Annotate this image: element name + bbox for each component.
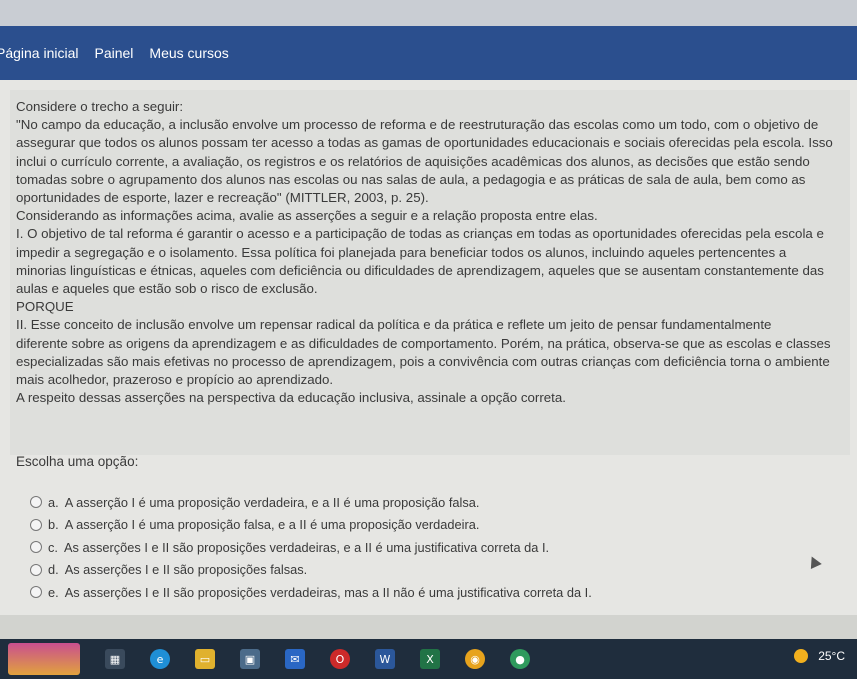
- excel-icon[interactable]: X: [420, 649, 440, 669]
- question-line: Considerando as informações acima, avali…: [16, 208, 598, 224]
- os-taskbar: ▦ e ▭ ▣ ✉ O W X ◉ ● 25°C: [0, 639, 857, 679]
- choose-option-label: Escolha uma opção:: [16, 454, 139, 469]
- widgets-thumbnail[interactable]: [8, 643, 80, 675]
- mouse-cursor-icon: [806, 553, 822, 570]
- weather-temperature: 25°C: [818, 649, 845, 663]
- task-view-icon[interactable]: ▦: [105, 649, 125, 669]
- option-e[interactable]: e. As asserções I e II são proposições v…: [30, 581, 592, 604]
- question-line: I. O objetivo de tal reforma é garantir …: [16, 226, 824, 242]
- option-text: As asserções I e II são proposições verd…: [63, 539, 550, 555]
- option-letter: a.: [48, 494, 59, 510]
- option-b[interactable]: b. A asserção I é uma proposição falsa, …: [30, 514, 592, 537]
- question-line: "No campo da educação, a inclusão envolv…: [16, 117, 819, 133]
- question-intro: Considere o trecho a seguir:: [16, 99, 184, 114]
- browser-top-strip: [0, 0, 857, 26]
- nav-my-courses-link[interactable]: Meus cursos: [149, 45, 228, 61]
- option-text: A asserção I é uma proposição falsa, e a…: [64, 517, 480, 533]
- opera-browser-icon[interactable]: O: [330, 649, 350, 669]
- option-letter: e.: [48, 584, 59, 600]
- sun-icon: [794, 649, 809, 663]
- question-line: aulas e aqueles que estão sob o risco de…: [16, 281, 318, 297]
- option-letter: b.: [48, 517, 59, 533]
- question-line: mais acolhedor, prazeroso e propício ao …: [16, 372, 334, 388]
- radio-button[interactable]: [30, 563, 42, 576]
- option-a[interactable]: a. A asserção I é uma proposição verdade…: [30, 491, 592, 514]
- weather-widget[interactable]: 25°C: [794, 649, 845, 663]
- radio-button[interactable]: [30, 496, 42, 509]
- question-line: impedir a segregação e o isolamento. Ess…: [16, 244, 787, 260]
- option-letter: d.: [48, 562, 59, 578]
- question-line: minorias linguísticas e étnicas, aqueles…: [16, 262, 824, 278]
- option-d[interactable]: d. As asserções I e II são proposições f…: [30, 559, 592, 582]
- radio-button[interactable]: [30, 541, 42, 554]
- site-navbar: Página inicial Painel Meus cursos: [0, 26, 857, 80]
- question-line: assegurar que todos os alunos possam ter…: [16, 135, 833, 151]
- option-text: As asserções I e II são proposições verd…: [64, 584, 592, 600]
- file-explorer-icon[interactable]: ▭: [195, 649, 215, 669]
- question-line: diferente sobre as origens da aprendizag…: [16, 335, 831, 351]
- chrome-icon[interactable]: ◉: [465, 649, 485, 669]
- nav-dashboard-link[interactable]: Painel: [95, 45, 134, 61]
- question-text: Considere o trecho a seguir: "No campo d…: [10, 90, 850, 455]
- question-line: A respeito dessas asserções na perspecti…: [16, 390, 566, 406]
- answer-options: a. A asserção I é uma proposição verdade…: [30, 491, 592, 604]
- question-line: oportunidades de esporte, lazer e recrea…: [16, 190, 429, 206]
- nav-home-link[interactable]: Página inicial: [0, 45, 79, 61]
- question-line: II. Esse conceito de inclusão envolve um…: [16, 317, 772, 333]
- page-bottom-strip: [0, 615, 857, 639]
- question-line: especializadas são mais efetivas no proc…: [16, 353, 830, 369]
- radio-button[interactable]: [30, 586, 42, 599]
- option-letter: c.: [48, 539, 58, 555]
- question-line: inclui o currículo corrente, a avaliação…: [16, 153, 810, 169]
- edge-browser-icon[interactable]: e: [150, 649, 170, 669]
- radio-button[interactable]: [30, 518, 42, 531]
- option-c[interactable]: c. As asserções I e II são proposições v…: [30, 536, 592, 559]
- mail-icon[interactable]: ✉: [285, 649, 305, 669]
- question-line: PORQUE: [16, 299, 74, 315]
- app-icon[interactable]: ●: [510, 649, 530, 669]
- quiz-content: Considere o trecho a seguir: "No campo d…: [0, 80, 857, 615]
- option-text: A asserção I é uma proposição verdadeira…: [64, 494, 480, 510]
- word-icon[interactable]: W: [375, 649, 395, 669]
- store-icon[interactable]: ▣: [240, 649, 260, 669]
- question-line: tomadas sobre o agrupamento dos alunos n…: [16, 171, 806, 187]
- option-text: As asserções I e II são proposições fals…: [64, 562, 308, 578]
